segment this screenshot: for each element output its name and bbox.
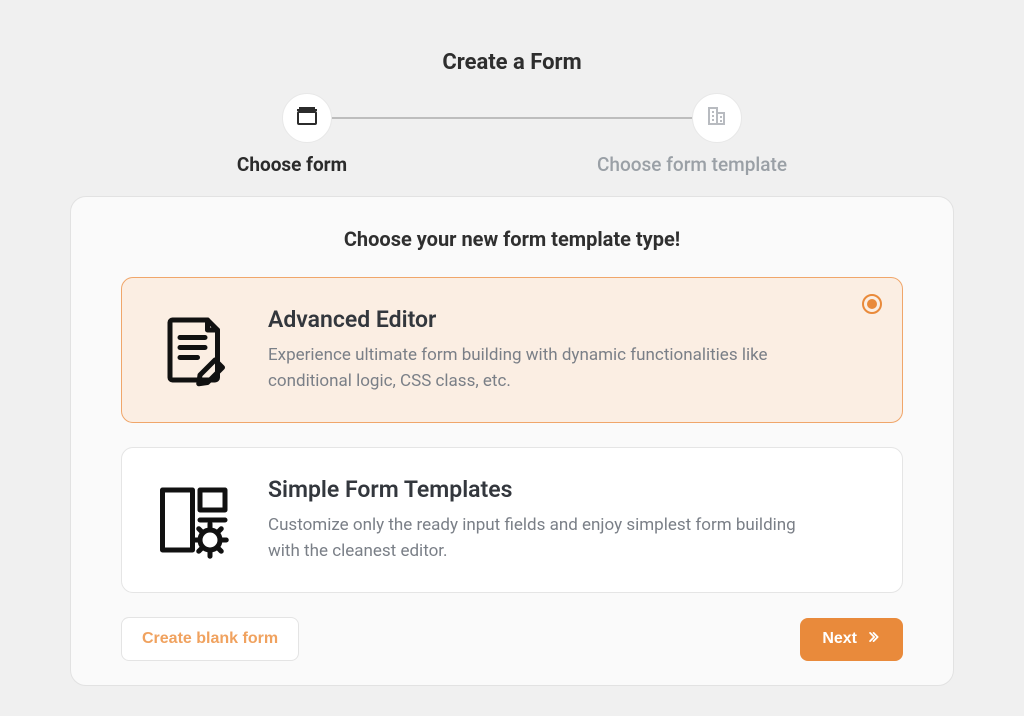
- step-1-circle: [282, 93, 332, 143]
- radio-selected[interactable]: [862, 294, 882, 314]
- option-advanced-editor[interactable]: Advanced Editor Experience ultimate form…: [121, 277, 903, 423]
- option-title: Advanced Editor: [268, 306, 874, 333]
- option-description: Customize only the ready input fields an…: [268, 513, 808, 564]
- step-1-label: Choose form: [192, 153, 392, 176]
- document-edit-icon: [152, 307, 238, 393]
- panel-heading: Choose your new form template type!: [121, 227, 903, 251]
- radio-dot-icon: [867, 299, 877, 309]
- layout-gear-icon: [152, 477, 238, 563]
- archive-box-icon: [295, 104, 319, 132]
- step-2-circle: [692, 93, 742, 143]
- form-type-panel: Choose your new form template type! Adva…: [70, 196, 954, 686]
- option-simple-templates[interactable]: Simple Form Templates Customize only the…: [121, 447, 903, 593]
- step-2: [692, 93, 742, 143]
- step-1: [282, 93, 332, 143]
- next-button[interactable]: Next: [800, 618, 903, 661]
- stepper: [30, 93, 994, 143]
- option-title: Simple Form Templates: [268, 476, 874, 503]
- page-title: Create a Form: [30, 50, 994, 75]
- building-icon: [705, 104, 729, 132]
- chevron-double-right-icon: [865, 630, 881, 649]
- next-button-label: Next: [822, 630, 857, 648]
- step-2-label: Choose form template: [552, 153, 832, 176]
- create-blank-form-button[interactable]: Create blank form: [121, 617, 299, 661]
- option-description: Experience ultimate form building with d…: [268, 343, 808, 394]
